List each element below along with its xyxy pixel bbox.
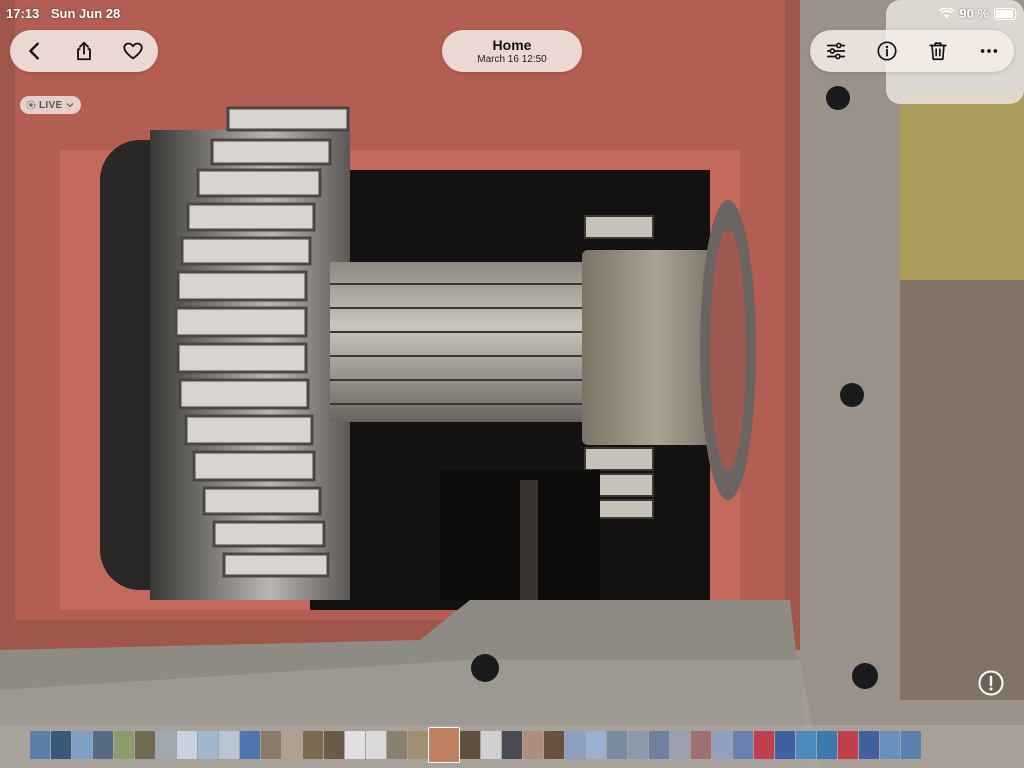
photo-date: March 16 12:50 <box>477 53 547 65</box>
thumbnail[interactable] <box>838 731 858 759</box>
thumbnail[interactable] <box>345 731 365 759</box>
thumbnail[interactable] <box>51 731 71 759</box>
thumbnail[interactable] <box>565 731 585 759</box>
thumbnail[interactable] <box>460 731 480 759</box>
album-title: Home <box>492 36 532 53</box>
live-photo-icon <box>26 100 36 110</box>
thumbnail[interactable] <box>303 731 323 759</box>
exclamation-circle-icon[interactable] <box>978 670 1004 696</box>
thumbnail[interactable] <box>628 731 648 759</box>
ellipsis-icon[interactable] <box>973 35 1005 67</box>
thumbnail[interactable] <box>607 731 627 759</box>
nav-actions-pill <box>10 30 158 72</box>
thumbnail[interactable] <box>586 731 606 759</box>
battery-icon <box>994 7 1016 20</box>
thumbnail[interactable] <box>733 731 753 759</box>
thumbnail[interactable] <box>481 731 501 759</box>
battery-percent: 90 % <box>959 6 989 21</box>
thumbnail[interactable] <box>366 731 386 759</box>
info-icon[interactable] <box>871 35 903 67</box>
thumbnail[interactable] <box>859 731 879 759</box>
thumbnail[interactable] <box>135 731 155 759</box>
thumbnail[interactable] <box>72 731 92 759</box>
title-pill[interactable]: Home March 16 12:50 <box>442 30 582 72</box>
thumbnail[interactable] <box>649 731 669 759</box>
thumbnail[interactable] <box>387 731 407 759</box>
thumbnail[interactable] <box>156 731 176 759</box>
thumbnail[interactable] <box>93 731 113 759</box>
thumbnail[interactable] <box>114 731 134 759</box>
thumbnail[interactable] <box>240 731 260 759</box>
heart-icon[interactable] <box>117 35 149 67</box>
thumbnail[interactable] <box>502 731 522 759</box>
photo-actions-pill <box>810 30 1014 72</box>
thumbnail[interactable] <box>177 731 197 759</box>
thumbnail[interactable] <box>324 731 344 759</box>
thumbnail[interactable] <box>544 731 564 759</box>
sliders-icon[interactable] <box>820 35 852 67</box>
share-icon[interactable] <box>68 35 100 67</box>
status-time: 17:13 <box>6 6 40 21</box>
thumbnail[interactable] <box>30 731 50 759</box>
thumbnail[interactable] <box>408 731 428 759</box>
status-date: Sun Jun 28 <box>50 6 121 21</box>
thumbnail[interactable] <box>261 731 281 759</box>
thumbnail[interactable] <box>880 731 900 759</box>
thumbnail[interactable] <box>691 731 711 759</box>
thumbnail[interactable] <box>796 731 816 759</box>
chevron-down-icon <box>66 103 74 108</box>
thumbnail-strip <box>0 728 1024 762</box>
chevron-left-icon[interactable] <box>19 35 51 67</box>
thumbnail[interactable] <box>712 731 732 759</box>
wifi-icon <box>939 8 955 19</box>
photo-image <box>0 0 1024 768</box>
thumbnail[interactable] <box>282 731 302 759</box>
thumbnail[interactable] <box>817 731 837 759</box>
trash-icon[interactable] <box>922 35 954 67</box>
thumbnail[interactable] <box>219 731 239 759</box>
thumbnail[interactable] <box>775 731 795 759</box>
thumbnail[interactable] <box>670 731 690 759</box>
thumbnail[interactable] <box>198 731 218 759</box>
thumbnail[interactable] <box>754 731 774 759</box>
status-bar-left: 17:13 Sun Jun 28 <box>6 6 128 21</box>
live-photo-badge[interactable]: LIVE <box>20 96 82 114</box>
live-label: LIVE <box>39 99 63 111</box>
thumbnail[interactable] <box>429 728 459 762</box>
status-bar-right: 90 % <box>939 6 1016 21</box>
thumbnail[interactable] <box>523 731 543 759</box>
thumbnail[interactable] <box>901 731 921 759</box>
thumbnail-list <box>30 728 921 762</box>
